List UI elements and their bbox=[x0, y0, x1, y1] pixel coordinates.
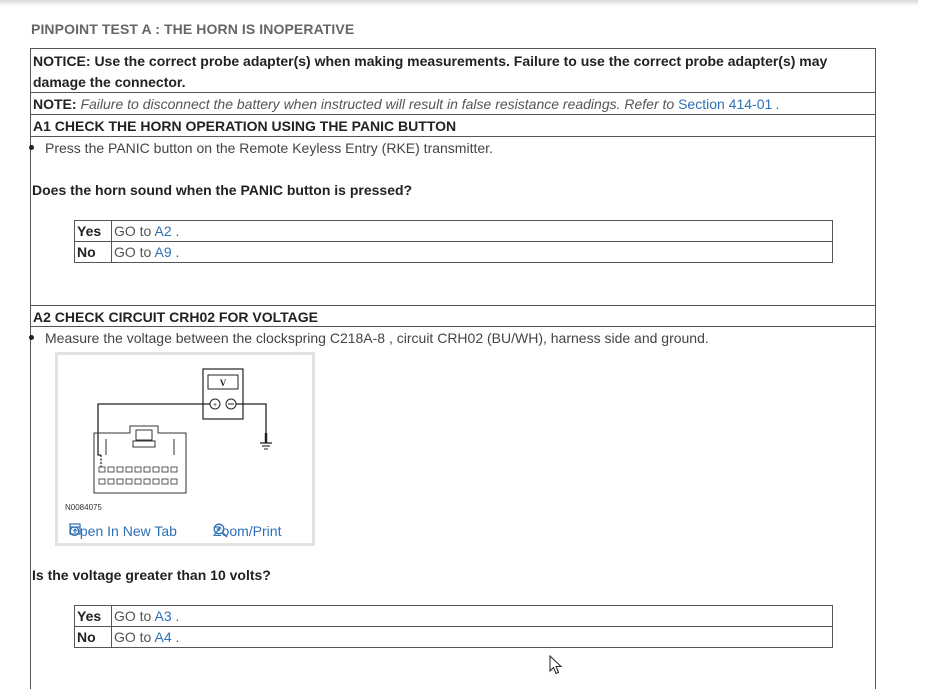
step-a2-answers: Yes GO to A3 . No GO to A4 . bbox=[74, 605, 833, 648]
connector-pins bbox=[98, 466, 178, 485]
section-link[interactable]: Section 414-01 bbox=[678, 96, 772, 112]
circuit-diagram: V + bbox=[93, 368, 272, 494]
step-a1-heading: A1 CHECK THE HORN OPERATION USING THE PA… bbox=[31, 115, 875, 137]
note-text: Failure to disconnect the battery when i… bbox=[80, 96, 675, 112]
svg-text:+: + bbox=[213, 402, 217, 409]
open-new-tab-button[interactable]: Open In New Tab bbox=[69, 523, 177, 539]
bullet-icon bbox=[29, 335, 34, 340]
instruction-text: Press the PANIC button on the Remote Key… bbox=[45, 140, 493, 156]
figure-code: N0084075 bbox=[65, 503, 102, 512]
note-label: NOTE: bbox=[33, 96, 77, 112]
answer-key: No bbox=[74, 626, 112, 648]
step-a1-answers: Yes GO to A2 . No GO to A9 . bbox=[74, 220, 833, 263]
bullet-icon bbox=[29, 145, 34, 150]
step-a2-question: Is the voltage greater than 10 volts? bbox=[32, 567, 271, 583]
zoom-icon bbox=[213, 523, 228, 538]
mouse-cursor-icon bbox=[549, 655, 563, 675]
answer-key: No bbox=[74, 241, 112, 263]
instruction-text: Measure the voltage between the clockspr… bbox=[45, 330, 709, 346]
figure-toolbar: Open In New Tab Zoom/Print bbox=[58, 519, 312, 543]
notice-row: NOTICE: Use the correct probe adapter(s)… bbox=[31, 49, 875, 93]
goto-a4-link[interactable]: A4 bbox=[154, 629, 171, 645]
goto-a3-link[interactable]: A3 bbox=[154, 608, 171, 624]
note-end: . bbox=[776, 96, 781, 112]
page-title: PINPOINT TEST A : THE HORN IS INOPERATIV… bbox=[31, 21, 355, 37]
notice-text: NOTICE: Use the correct probe adapter(s)… bbox=[33, 53, 828, 90]
note-row: NOTE: Failure to disconnect the battery … bbox=[31, 93, 875, 115]
answer-key: Yes bbox=[74, 605, 112, 627]
zoom-print-button[interactable]: Zoom/Print bbox=[213, 523, 281, 539]
answer-value: GO to A4 . bbox=[111, 626, 833, 648]
answer-row: No GO to A4 . bbox=[74, 626, 833, 648]
step-a1-question: Does the horn sound when the PANIC butto… bbox=[32, 182, 413, 198]
open-new-tab-label: Open In New Tab bbox=[69, 523, 177, 539]
top-shadow bbox=[0, 0, 918, 6]
answer-value: GO to A9 . bbox=[111, 241, 833, 263]
open-tab-icon bbox=[69, 523, 81, 535]
step-a2-heading: A2 CHECK CIRCUIT CRH02 FOR VOLTAGE bbox=[31, 305, 875, 327]
goto-a2-link[interactable]: A2 bbox=[154, 223, 171, 239]
answer-row: Yes GO to A3 . bbox=[74, 605, 833, 627]
meter-label: V bbox=[220, 378, 227, 388]
circuit-figure: V + N0084075 Open In New Tab Zoom/Print bbox=[55, 352, 315, 546]
procedure-table: NOTICE: Use the correct probe adapter(s)… bbox=[29, 48, 876, 689]
step-heading: A1 CHECK THE HORN OPERATION USING THE PA… bbox=[33, 118, 457, 134]
answer-row: No GO to A9 . bbox=[74, 241, 833, 263]
answer-key: Yes bbox=[74, 220, 112, 242]
scrollbar-track[interactable] bbox=[918, 0, 928, 675]
goto-a9-link[interactable]: A9 bbox=[154, 244, 171, 260]
step-heading: A2 CHECK CIRCUIT CRH02 FOR VOLTAGE bbox=[33, 309, 318, 325]
answer-row: Yes GO to A2 . bbox=[74, 220, 833, 242]
answer-value: GO to A3 . bbox=[111, 605, 833, 627]
answer-value: GO to A2 . bbox=[111, 220, 833, 242]
